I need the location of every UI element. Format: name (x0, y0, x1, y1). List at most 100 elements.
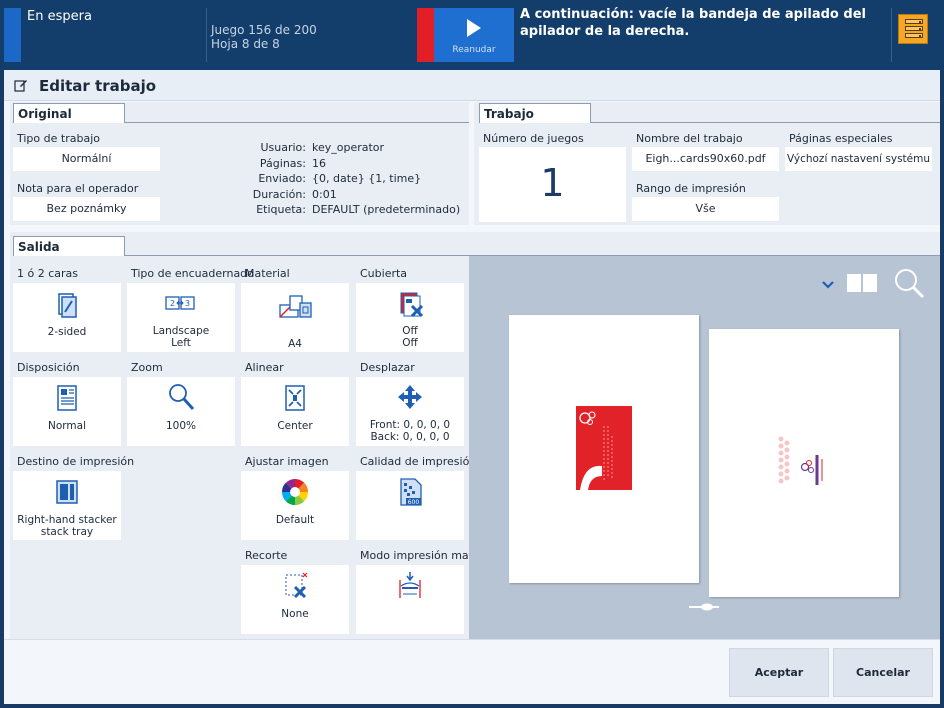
align-tile[interactable]: Center (241, 377, 349, 446)
shift-front: Front: 0, 0, 0, 0 (369, 419, 451, 431)
job-info-values: key_operator 16 {0, date} {1, time} 0:01… (312, 140, 462, 220)
play-icon (467, 19, 481, 37)
preview-page-back[interactable] (709, 329, 899, 597)
alert-indicator (417, 8, 434, 62)
info-key: Duración: (252, 187, 306, 201)
svg-text:600: 600 (408, 499, 420, 506)
svg-text:3: 3 (185, 299, 190, 308)
page-slider-icon[interactable] (687, 602, 721, 612)
operator-note-field[interactable]: Bez poznámky (13, 197, 160, 221)
job-panel: Trabajo Número de juegos 1 Nombre del tr… (474, 102, 940, 225)
info-value: {0, date} {1, time} (312, 172, 422, 185)
job-type-label: Tipo de trabajo (17, 132, 100, 145)
info-value: 0:01 (312, 187, 337, 201)
tab-original: Original (13, 103, 125, 123)
media-tile[interactable]: A4 (241, 283, 349, 352)
duplex-icon (58, 293, 77, 318)
dialog-footer: Aceptar Cancelar (4, 639, 940, 704)
trim-label: Recorte (245, 549, 288, 562)
chevron-down-icon[interactable] (821, 280, 835, 290)
binding-tile[interactable]: 2 3 Landscape Left (127, 283, 235, 352)
trim-off-icon (285, 572, 308, 599)
binding-edge: Left (171, 337, 191, 349)
destination-tray: stack tray (40, 526, 94, 538)
tab-job: Trabajo (479, 103, 591, 123)
job-set-progress: Juego 156 de 200 (211, 23, 317, 37)
layout-tile[interactable]: Normal (13, 377, 121, 446)
job-name-field[interactable]: Eigh...cards90x60.pdf (632, 147, 779, 171)
accept-button[interactable]: Aceptar (729, 648, 829, 697)
stacker-tray-icon[interactable] (898, 14, 928, 44)
resume-button[interactable]: Reanudar (434, 8, 514, 62)
original-panel: Original Tipo de trabajo Normální Nota p… (10, 102, 469, 225)
shift-tile[interactable]: Front: 0, 0, 0, 0 Back: 0, 0, 0, 0 (356, 377, 464, 446)
media-icon (279, 295, 312, 318)
image-adjust-tile[interactable]: Default (241, 471, 349, 540)
info-key: Páginas: (259, 156, 306, 170)
preview-page-front[interactable] (509, 315, 699, 583)
zoom-tile[interactable]: 100% (127, 377, 235, 446)
cover-label: Cubierta (360, 267, 408, 280)
info-key: Usuario: (260, 141, 306, 154)
print-range-field[interactable]: Vše (632, 197, 779, 221)
cancel-button[interactable]: Cancelar (833, 648, 933, 697)
job-sheet-progress: Hoja 8 de 8 (211, 37, 280, 51)
divider (891, 8, 892, 62)
special-pages-label: Páginas especiales (789, 132, 893, 145)
job-type-field[interactable]: Normální (13, 147, 160, 171)
info-key: Etiqueta: (256, 203, 306, 216)
cover-tile[interactable]: Off Off (356, 283, 464, 352)
next-action-message: A continuación: vacíe la bandeja de apil… (520, 7, 866, 39)
shift-icon (398, 385, 422, 409)
media-mode-tile[interactable] (356, 565, 464, 634)
tab-output: Salida (13, 236, 125, 256)
operator-note-label: Nota para el operador (17, 182, 139, 195)
sides-label: 1 ó 2 caras (17, 267, 78, 280)
special-pages-field[interactable]: Výchozí nastavení systému (785, 147, 932, 171)
print-quality-tile[interactable]: 600 (356, 471, 464, 540)
tab-underline (125, 122, 469, 123)
copies-label: Número de juegos (483, 132, 584, 145)
media-print-mode-icon (399, 572, 421, 598)
media-label: Material (245, 267, 290, 280)
binding-orientation: Landscape (152, 325, 210, 337)
copies-field[interactable]: 1 (479, 147, 626, 222)
print-quality-label: Calidad de impresión (360, 455, 477, 468)
media-value: A4 (288, 338, 302, 350)
book-view-icon[interactable] (846, 273, 878, 293)
media-mode-label: Modo impresión mat... (360, 549, 484, 562)
zoom-value: 100% (165, 420, 197, 432)
edit-job-dialog: Editar trabajo Original Tipo de trabajo … (4, 70, 940, 704)
image-adjust-label: Ajustar imagen (245, 455, 329, 468)
destination-label: Destino de impresión (17, 455, 135, 468)
info-value: key_operator (312, 141, 385, 154)
tab-underline (591, 122, 940, 123)
info-value: DEFAULT (predeterminado) (312, 203, 461, 216)
trim-tile[interactable]: None (241, 565, 349, 634)
cover-back: Off (402, 337, 418, 349)
dialog-title: Editar trabajo (39, 77, 157, 95)
shift-label: Desplazar (360, 361, 415, 374)
layout-label: Disposición (17, 361, 80, 374)
print-quality-icon: 600 (400, 478, 422, 506)
cover-off-icon (400, 292, 424, 318)
sides-tile[interactable]: 2-sided (13, 283, 121, 352)
cover-front: Off (402, 325, 418, 337)
destination-tile[interactable]: Right-hand stacker stack tray (13, 471, 121, 540)
layout-value: Normal (48, 420, 86, 432)
binding-icon: 2 3 (165, 296, 195, 310)
stacker-icon (56, 480, 78, 504)
destination-value: Right-hand stacker (17, 514, 117, 526)
info-value: 16 (312, 156, 326, 170)
align-center-icon (285, 385, 305, 411)
magnifier-icon[interactable] (893, 267, 925, 299)
binding-label: Tipo de encuadernado (131, 267, 254, 280)
edit-icon (14, 80, 27, 92)
svg-text:2: 2 (170, 299, 175, 308)
page-preview (469, 256, 940, 639)
sides-value: 2-sided (47, 326, 87, 338)
dialog-header: Editar trabajo (4, 70, 940, 101)
info-key: Enviado: (258, 172, 306, 185)
align-value: Center (277, 420, 313, 432)
job-progress: Juego 156 de 200 Hoja 8 de 8 (211, 23, 317, 51)
